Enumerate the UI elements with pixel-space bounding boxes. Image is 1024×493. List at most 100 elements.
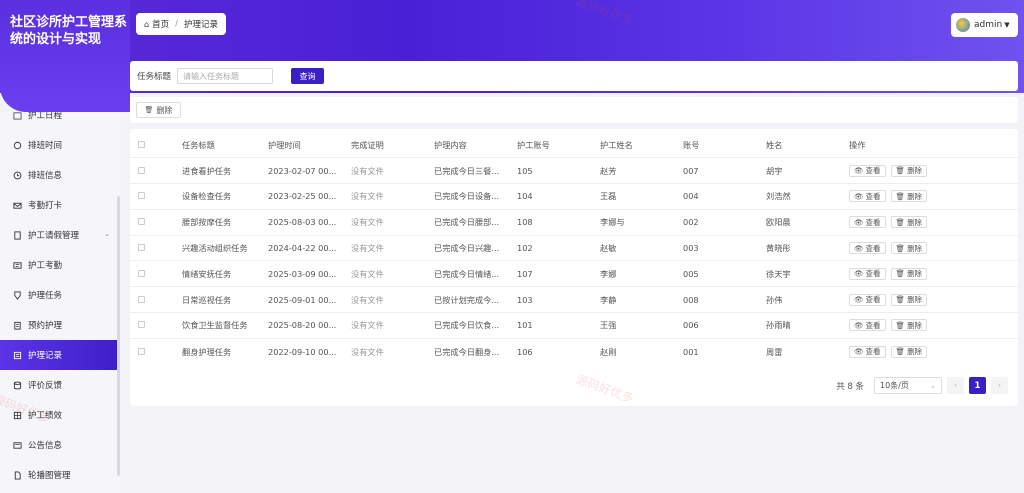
select-all-checkbox[interactable] <box>138 140 145 148</box>
sidebar-item[interactable]: 护工考勤 <box>0 250 120 280</box>
sidebar-scrollbar[interactable] <box>117 196 120 476</box>
sidebar-item-partial[interactable]: 护工日程 <box>0 112 120 130</box>
table-cell: 徐天宇 <box>766 268 791 279</box>
sidebar-item[interactable]: 评价反馈 <box>0 370 120 400</box>
row-checkbox[interactable] <box>138 347 145 355</box>
table-cell: 腰部按摩任务 <box>182 217 232 228</box>
col-header: 姓名 <box>766 139 783 150</box>
sidebar-item[interactable]: 预约护理 <box>0 310 120 340</box>
delete-label: 删除 <box>907 347 923 357</box>
table-cell[interactable]: 没有文件 <box>351 184 434 210</box>
table-cell[interactable]: 没有文件 <box>351 158 434 184</box>
page-size-select[interactable]: 10条/页 ⌄ <box>874 377 942 394</box>
table-cell: 赵刚 <box>600 346 617 357</box>
delete-button[interactable]: 🗑 删除 <box>890 190 928 203</box>
next-page-button[interactable]: › <box>991 377 1008 394</box>
table-cell: 102 <box>517 243 533 254</box>
delete-label: 删除 <box>907 191 923 201</box>
sidebar-item[interactable]: 护工绩效 <box>0 400 120 430</box>
trash-icon: 🗑 <box>895 217 906 227</box>
delete-label: 删除 <box>907 217 923 227</box>
view-button[interactable]: 👁 查看 <box>849 267 886 280</box>
table-cell[interactable]: 没有文件 <box>351 261 434 287</box>
delete-button[interactable]: 🗑 删除 <box>890 242 928 255</box>
search-button[interactable]: 查询 <box>291 68 325 84</box>
view-button[interactable]: 👁 查看 <box>849 242 886 255</box>
sidebar-item[interactable]: 公告信息 <box>0 430 120 460</box>
table-cell: 黄晓彤 <box>766 243 791 254</box>
sidebar-item[interactable]: 护理任务 <box>0 280 120 310</box>
view-button[interactable]: 👁 查看 <box>849 345 886 358</box>
eye-icon: 👁 <box>854 217 864 227</box>
row-select-cell <box>130 287 182 313</box>
table-row: 设备检查任务 2023-02-25 00... 没有文件 已完成今日设备... 104 王… <box>130 183 1018 210</box>
delete-button[interactable]: 🗑 删除 <box>890 267 928 280</box>
prev-page-button[interactable]: ‹ <box>947 377 964 394</box>
row-checkbox[interactable] <box>138 244 145 252</box>
sidebar-item[interactable]: 护理记录 <box>0 340 120 370</box>
table-cell: 设备检查任务 <box>182 191 232 202</box>
sidebar-item-label: 评价反馈 <box>28 381 63 391</box>
sidebar-item[interactable]: 考勤打卡 <box>0 190 120 220</box>
eye-icon: 👁 <box>854 320 864 330</box>
table-cell: 105 <box>517 165 533 176</box>
table-cell: 002 <box>683 217 699 228</box>
table-cell: 2024-04-22 00... <box>268 243 337 254</box>
batch-delete-button[interactable]: 🗑 删除 <box>136 102 181 118</box>
page-button-current[interactable]: 1 <box>969 377 986 394</box>
breadcrumb: ⌂ 首页 / 护理记录 <box>136 13 226 35</box>
view-label: 查看 <box>865 347 881 357</box>
table-cell: 2022-09-10 00... <box>268 346 337 357</box>
sidebar-item[interactable]: 护工请假管理 ⌄ <box>0 220 120 250</box>
breadcrumb-home[interactable]: 首页 <box>152 18 169 30</box>
row-checkbox[interactable] <box>138 192 145 200</box>
view-button[interactable]: 👁 查看 <box>849 216 886 229</box>
view-button[interactable]: 👁 查看 <box>849 190 886 203</box>
row-checkbox[interactable] <box>138 295 145 303</box>
page-size-value: 10条/页 <box>880 381 909 390</box>
row-checkbox[interactable] <box>138 321 145 329</box>
card-icon <box>12 260 22 270</box>
row-actions: 👁 查看 🗑 删除 <box>849 235 1018 261</box>
table-cell: 翻身护理任务 <box>182 346 232 357</box>
delete-button[interactable]: 🗑 删除 <box>890 164 928 177</box>
sidebar-item[interactable]: 轮播图管理 <box>0 460 120 490</box>
records-table-panel: 任务标题 护理时间 完成证明 护理内容 护工账号 护工姓名 账号 姓名 操作 进… <box>130 129 1018 406</box>
table-cell: 李静 <box>600 294 617 305</box>
table-cell: 饮食卫生监督任务 <box>182 320 248 331</box>
row-actions: 👁 查看 🗑 删除 <box>849 184 1018 210</box>
table-cell[interactable]: 没有文件 <box>351 287 434 313</box>
view-button[interactable]: 👁 查看 <box>849 164 886 177</box>
row-checkbox[interactable] <box>138 269 145 277</box>
eye-icon: 👁 <box>854 191 864 201</box>
trash-icon: 🗑 <box>895 191 906 201</box>
view-button[interactable]: 👁 查看 <box>849 319 886 332</box>
table-cell: 进食看护任务 <box>182 165 232 176</box>
view-button[interactable]: 👁 查看 <box>849 293 886 306</box>
table-cell[interactable]: 没有文件 <box>351 235 434 261</box>
table-cell: 108 <box>517 217 533 228</box>
table-cell: 情绪安抚任务 <box>182 268 232 279</box>
select-all-cell <box>130 132 182 158</box>
sidebar-item[interactable]: 排班信息 <box>0 160 120 190</box>
toolbar: 🗑 删除 <box>130 97 1018 123</box>
user-menu[interactable]: admin ▼ <box>951 13 1018 37</box>
row-checkbox[interactable] <box>138 218 145 226</box>
delete-button[interactable]: 🗑 删除 <box>890 216 928 229</box>
table-cell: 已完成今日设备... <box>434 191 500 202</box>
table-cell[interactable]: 没有文件 <box>351 338 434 364</box>
table-cell: 103 <box>517 294 533 305</box>
table-cell[interactable]: 没有文件 <box>351 313 434 339</box>
search-input[interactable]: 请输入任务标题 <box>177 68 274 84</box>
sidebar-item-label: 考勤打卡 <box>28 201 63 211</box>
view-label: 查看 <box>865 295 881 305</box>
view-label: 查看 <box>865 243 881 253</box>
table-cell[interactable]: 没有文件 <box>351 209 434 235</box>
row-checkbox[interactable] <box>138 166 145 174</box>
username: admin <box>974 20 1003 30</box>
delete-button[interactable]: 🗑 删除 <box>890 345 928 358</box>
delete-button[interactable]: 🗑 删除 <box>890 293 928 306</box>
sidebar-item[interactable]: 排班时间 <box>0 130 120 160</box>
sidebar-item-label: 护工考勤 <box>28 261 63 271</box>
delete-button[interactable]: 🗑 删除 <box>890 319 928 332</box>
